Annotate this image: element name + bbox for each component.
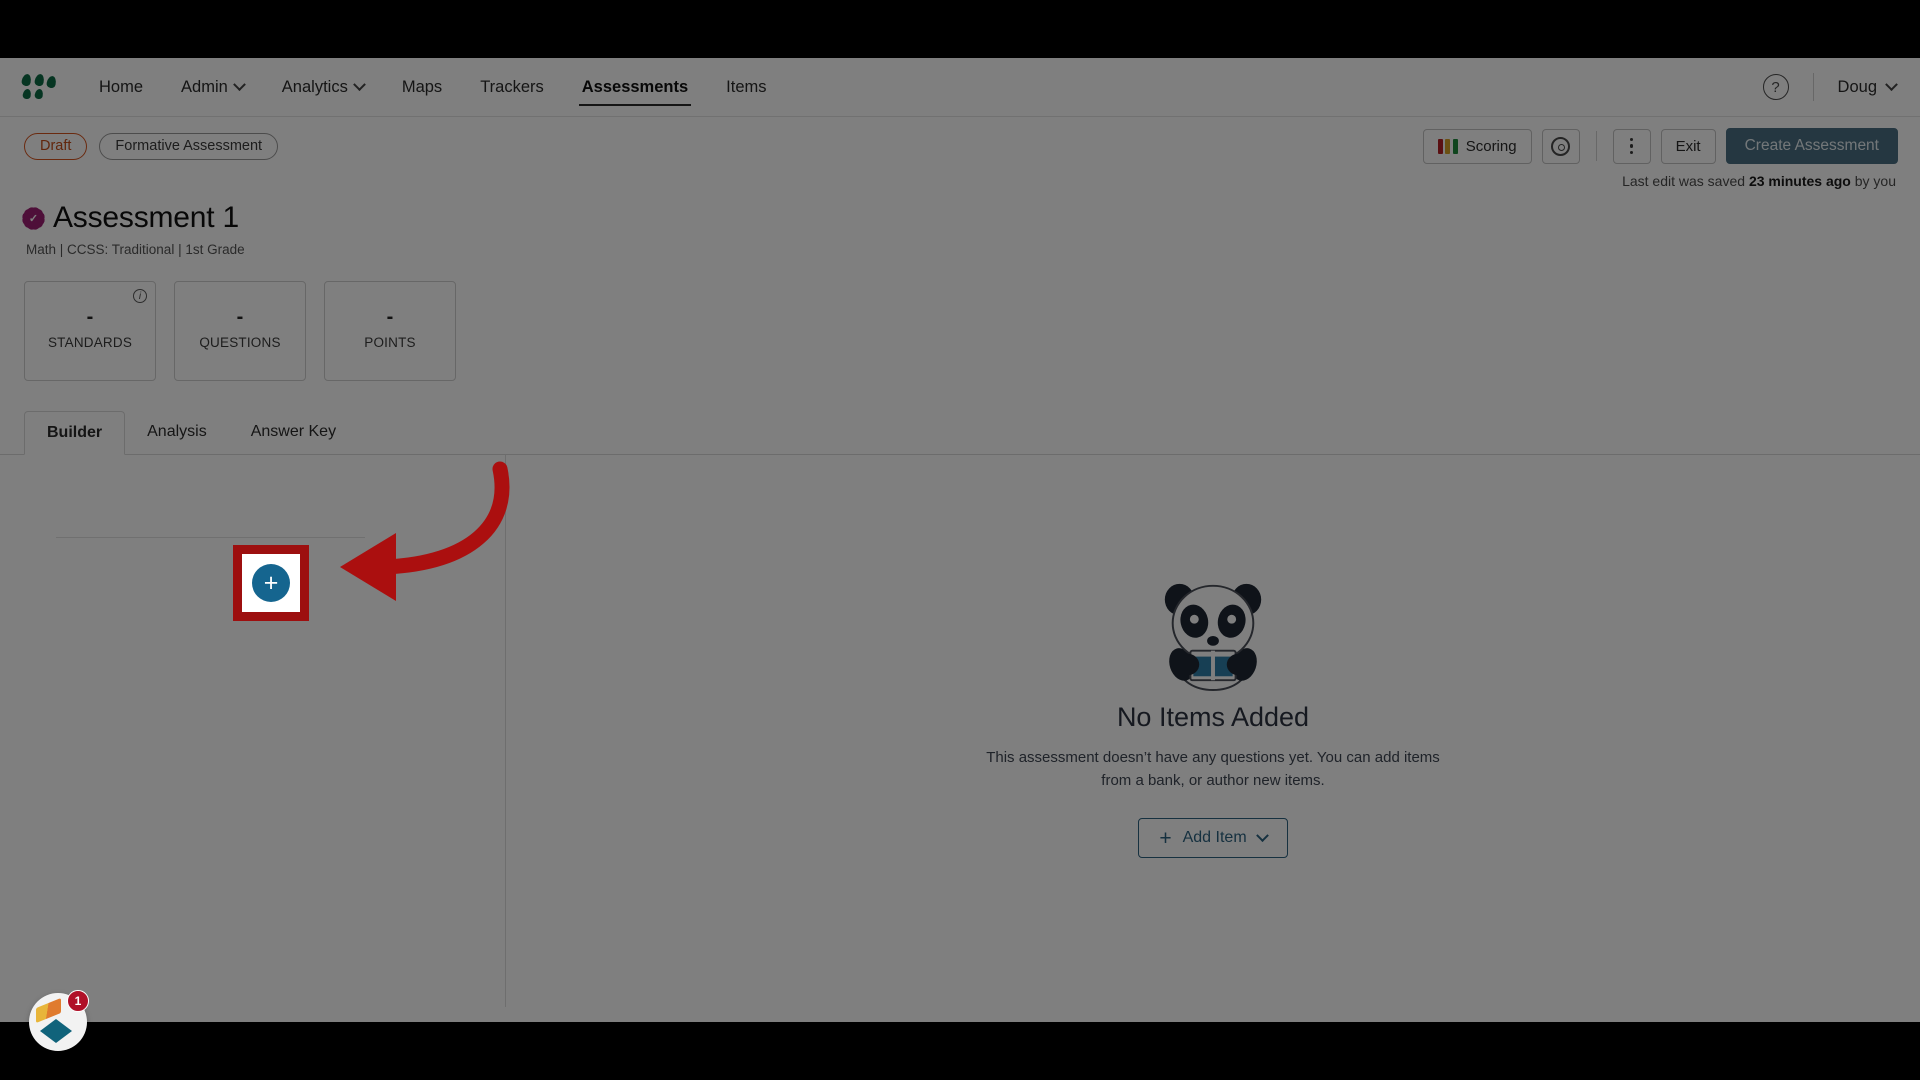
last-saved-status: Last edit was saved 23 minutes ago by yo… bbox=[1622, 173, 1896, 189]
items-empty-state-panel: No Items Added This assessment doesn’t h… bbox=[506, 455, 1920, 1007]
stat-label: POINTS bbox=[364, 335, 416, 350]
add-item-button[interactable]: + Add Item bbox=[1138, 818, 1288, 858]
tab-analysis[interactable]: Analysis bbox=[125, 410, 229, 454]
nav-divider bbox=[1812, 73, 1814, 101]
stat-label: STANDARDS bbox=[47, 335, 133, 350]
stat-value: - bbox=[236, 306, 244, 328]
content-tabs: Builder Analysis Answer Key bbox=[0, 411, 1920, 455]
page-title: Assessment 1 bbox=[53, 201, 240, 234]
assessment-action-bar: Draft Formative Assessment Scoring Exit … bbox=[0, 117, 1920, 189]
kebab-menu-icon bbox=[1629, 137, 1634, 155]
nav-item-assessments[interactable]: Assessments bbox=[563, 58, 707, 116]
nav-item-analytics[interactable]: Analytics bbox=[263, 58, 383, 116]
nav-item-maps[interactable]: Maps bbox=[383, 58, 461, 116]
nav-item-trackers[interactable]: Trackers bbox=[461, 58, 563, 116]
info-icon[interactable]: i bbox=[133, 289, 147, 303]
builder-workspace: No Items Added This assessment doesn’t h… bbox=[0, 455, 1920, 1007]
scoring-button-label: Scoring bbox=[1465, 137, 1517, 155]
top-navigation-bar: Home Admin Analytics Maps Trackers Asses… bbox=[0, 58, 1920, 117]
chevron-down-icon bbox=[1255, 828, 1269, 842]
scoring-bars-icon bbox=[1437, 138, 1458, 154]
verified-badge-icon: ✓ bbox=[20, 205, 47, 231]
stat-value: - bbox=[386, 306, 394, 328]
nav-item-items[interactable]: Items bbox=[707, 58, 785, 116]
add-item-label: Add Item bbox=[1182, 829, 1247, 846]
assessment-type-badge[interactable]: Formative Assessment bbox=[99, 132, 279, 160]
chevron-down-icon bbox=[232, 77, 246, 91]
chevron-down-icon bbox=[352, 77, 366, 91]
last-saved-time: 23 minutes ago bbox=[1748, 173, 1851, 189]
empty-state-title: No Items Added bbox=[1116, 702, 1310, 732]
last-saved-suffix: by you bbox=[1850, 173, 1896, 189]
add-section-highlight: + bbox=[233, 545, 309, 621]
gear-icon bbox=[1551, 136, 1571, 156]
user-menu[interactable]: Doug bbox=[1837, 77, 1898, 97]
nav-item-label: Home bbox=[99, 77, 144, 96]
title-row: ✓ Assessment 1 bbox=[20, 201, 1896, 235]
settings-button[interactable] bbox=[1541, 128, 1580, 164]
toolbar-divider bbox=[1595, 131, 1597, 161]
pendo-notification-badge: 1 bbox=[67, 990, 89, 1012]
help-icon[interactable]: ? bbox=[1762, 74, 1789, 100]
create-assessment-button[interactable]: Create Assessment bbox=[1725, 128, 1898, 164]
last-saved-prefix: Last edit was saved bbox=[1622, 173, 1749, 189]
add-section-button[interactable]: + bbox=[252, 564, 290, 602]
stat-card-standards[interactable]: i - STANDARDS bbox=[24, 281, 156, 381]
nav-item-label: Admin bbox=[181, 77, 228, 96]
nav-item-home[interactable]: Home bbox=[80, 58, 162, 116]
panda-with-book-icon bbox=[1164, 583, 1262, 692]
summary-stat-cards: i - STANDARDS - QUESTIONS - POINTS bbox=[0, 257, 1920, 381]
nav-item-label: Assessments bbox=[581, 77, 689, 96]
scoring-button[interactable]: Scoring bbox=[1422, 128, 1532, 164]
annotation-arrow bbox=[340, 461, 510, 601]
stat-value: - bbox=[86, 306, 94, 328]
exit-button[interactable]: Exit bbox=[1660, 128, 1716, 164]
nav-right-cluster: ? Doug bbox=[1762, 73, 1920, 101]
nav-item-label: Maps bbox=[401, 77, 443, 96]
stat-card-questions[interactable]: - QUESTIONS bbox=[174, 281, 306, 381]
assessment-metadata: Math | CCSS: Traditional | 1st Grade bbox=[26, 242, 245, 257]
pendo-resource-center[interactable]: 1 bbox=[29, 990, 89, 1051]
primary-nav-items: Home Admin Analytics Maps Trackers Asses… bbox=[80, 58, 786, 116]
stat-label: QUESTIONS bbox=[199, 335, 281, 350]
tab-builder[interactable]: Builder bbox=[24, 411, 126, 455]
empty-state-description: This assessment doesn’t have any questio… bbox=[986, 749, 1440, 789]
more-options-button[interactable] bbox=[1612, 128, 1651, 164]
stat-card-points[interactable]: - POINTS bbox=[324, 281, 456, 381]
nav-item-label: Analytics bbox=[281, 77, 348, 96]
nav-item-label: Items bbox=[726, 77, 767, 96]
plus-icon: + bbox=[1159, 826, 1172, 850]
chevron-down-icon bbox=[1885, 77, 1898, 91]
action-buttons: Scoring Exit Create Assessment bbox=[1422, 128, 1898, 164]
mastery-logo[interactable] bbox=[20, 73, 58, 100]
status-badge-draft[interactable]: Draft bbox=[24, 132, 88, 160]
nav-item-label: Trackers bbox=[480, 77, 544, 96]
nav-item-admin[interactable]: Admin bbox=[162, 58, 263, 116]
tab-answer-key[interactable]: Answer Key bbox=[229, 410, 358, 454]
user-menu-label: Doug bbox=[1837, 77, 1877, 96]
